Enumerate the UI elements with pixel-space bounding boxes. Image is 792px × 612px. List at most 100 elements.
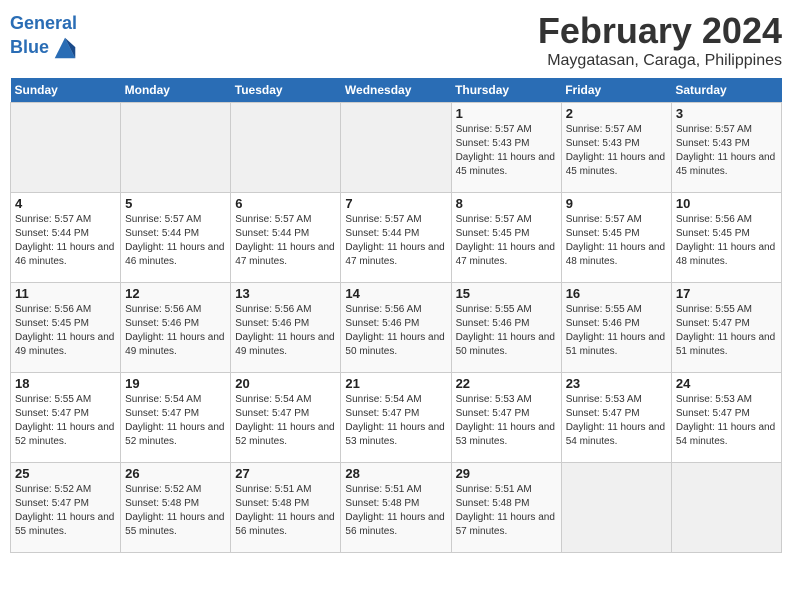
day-number: 13: [235, 286, 336, 301]
location-title: Maygatasan, Caraga, Philippines: [538, 52, 782, 70]
calendar-cell: 15 Sunrise: 5:55 AM Sunset: 5:46 PM Dayli…: [451, 283, 561, 373]
day-number: 21: [345, 376, 446, 391]
day-number: 23: [566, 376, 667, 391]
day-info: Sunrise: 5:57 AM Sunset: 5:43 PM Dayligh…: [456, 123, 557, 179]
day-info: Sunrise: 5:57 AM Sunset: 5:44 PM Dayligh…: [15, 213, 116, 269]
header-cell-saturday: Saturday: [671, 78, 781, 103]
calendar-table: SundayMondayTuesdayWednesdayThursdayFrid…: [10, 78, 782, 553]
calendar-cell: 20 Sunrise: 5:54 AM Sunset: 5:47 PM Dayli…: [231, 373, 341, 463]
month-title: February 2024: [538, 10, 782, 52]
day-number: 1: [456, 106, 557, 121]
calendar-cell: [231, 103, 341, 193]
day-info: Sunrise: 5:51 AM Sunset: 5:48 PM Dayligh…: [456, 483, 557, 539]
day-number: 12: [125, 286, 226, 301]
week-row-2: 4 Sunrise: 5:57 AM Sunset: 5:44 PM Daylig…: [11, 193, 782, 283]
day-info: Sunrise: 5:55 AM Sunset: 5:46 PM Dayligh…: [456, 303, 557, 359]
calendar-header-row: SundayMondayTuesdayWednesdayThursdayFrid…: [11, 78, 782, 103]
day-number: 9: [566, 196, 667, 211]
calendar-cell: 2 Sunrise: 5:57 AM Sunset: 5:43 PM Daylig…: [561, 103, 671, 193]
calendar-cell: 14 Sunrise: 5:56 AM Sunset: 5:46 PM Dayli…: [341, 283, 451, 373]
header-cell-friday: Friday: [561, 78, 671, 103]
day-info: Sunrise: 5:53 AM Sunset: 5:47 PM Dayligh…: [456, 393, 557, 449]
day-info: Sunrise: 5:55 AM Sunset: 5:46 PM Dayligh…: [566, 303, 667, 359]
week-row-1: 1 Sunrise: 5:57 AM Sunset: 5:43 PM Daylig…: [11, 103, 782, 193]
day-info: Sunrise: 5:56 AM Sunset: 5:46 PM Dayligh…: [125, 303, 226, 359]
calendar-cell: 3 Sunrise: 5:57 AM Sunset: 5:43 PM Daylig…: [671, 103, 781, 193]
calendar-cell: 5 Sunrise: 5:57 AM Sunset: 5:44 PM Daylig…: [121, 193, 231, 283]
day-info: Sunrise: 5:51 AM Sunset: 5:48 PM Dayligh…: [235, 483, 336, 539]
day-info: Sunrise: 5:54 AM Sunset: 5:47 PM Dayligh…: [345, 393, 446, 449]
calendar-cell: 29 Sunrise: 5:51 AM Sunset: 5:48 PM Dayli…: [451, 463, 561, 553]
calendar-cell: 18Sunrise: 5:55 AM Sunset: 5:47 PM Dayli…: [11, 373, 121, 463]
day-number: 27: [235, 466, 336, 481]
day-info: Sunrise: 5:52 AM Sunset: 5:47 PM Dayligh…: [15, 483, 116, 539]
calendar-cell: 8 Sunrise: 5:57 AM Sunset: 5:45 PM Daylig…: [451, 193, 561, 283]
header-cell-thursday: Thursday: [451, 78, 561, 103]
day-number: 6: [235, 196, 336, 211]
calendar-cell: [121, 103, 231, 193]
calendar-cell: 19 Sunrise: 5:54 AM Sunset: 5:47 PM Dayli…: [121, 373, 231, 463]
calendar-cell: 22 Sunrise: 5:53 AM Sunset: 5:47 PM Dayli…: [451, 373, 561, 463]
day-info: Sunrise: 5:57 AM Sunset: 5:45 PM Dayligh…: [566, 213, 667, 269]
calendar-body: 1 Sunrise: 5:57 AM Sunset: 5:43 PM Daylig…: [11, 103, 782, 553]
day-number: 10: [676, 196, 777, 211]
day-number: 4: [15, 196, 116, 211]
calendar-cell: 21 Sunrise: 5:54 AM Sunset: 5:47 PM Dayli…: [341, 373, 451, 463]
title-area: February 2024 Maygatasan, Caraga, Philip…: [538, 10, 782, 70]
day-number: 15: [456, 286, 557, 301]
day-number: 3: [676, 106, 777, 121]
day-info: Sunrise: 5:53 AM Sunset: 5:47 PM Dayligh…: [676, 393, 777, 449]
header-cell-sunday: Sunday: [11, 78, 121, 103]
day-info: Sunrise: 5:57 AM Sunset: 5:44 PM Dayligh…: [345, 213, 446, 269]
day-number: 29: [456, 466, 557, 481]
day-number: 8: [456, 196, 557, 211]
week-row-4: 18Sunrise: 5:55 AM Sunset: 5:47 PM Dayli…: [11, 373, 782, 463]
calendar-cell: 1 Sunrise: 5:57 AM Sunset: 5:43 PM Daylig…: [451, 103, 561, 193]
day-number: 22: [456, 376, 557, 391]
day-number: 19: [125, 376, 226, 391]
calendar-cell: 12 Sunrise: 5:56 AM Sunset: 5:46 PM Dayli…: [121, 283, 231, 373]
day-number: 2: [566, 106, 667, 121]
header-cell-tuesday: Tuesday: [231, 78, 341, 103]
day-number: 28: [345, 466, 446, 481]
day-info: Sunrise: 5:57 AM Sunset: 5:43 PM Dayligh…: [566, 123, 667, 179]
day-number: 5: [125, 196, 226, 211]
day-info: Sunrise: 5:55 AM Sunset: 5:47 PM Dayligh…: [15, 393, 116, 449]
day-info: Sunrise: 5:54 AM Sunset: 5:47 PM Dayligh…: [235, 393, 336, 449]
day-info: Sunrise: 5:51 AM Sunset: 5:48 PM Dayligh…: [345, 483, 446, 539]
day-number: 25: [15, 466, 116, 481]
day-number: 7: [345, 196, 446, 211]
day-info: Sunrise: 5:57 AM Sunset: 5:43 PM Dayligh…: [676, 123, 777, 179]
day-number: 26: [125, 466, 226, 481]
calendar-cell: 11 Sunrise: 5:56 AM Sunset: 5:45 PM Dayli…: [11, 283, 121, 373]
day-number: 17: [676, 286, 777, 301]
logo-text-blue: Blue: [10, 38, 49, 58]
calendar-cell: 24 Sunrise: 5:53 AM Sunset: 5:47 PM Dayli…: [671, 373, 781, 463]
day-number: 24: [676, 376, 777, 391]
day-info: Sunrise: 5:57 AM Sunset: 5:45 PM Dayligh…: [456, 213, 557, 269]
calendar-cell: 6 Sunrise: 5:57 AM Sunset: 5:44 PM Daylig…: [231, 193, 341, 283]
day-info: Sunrise: 5:56 AM Sunset: 5:45 PM Dayligh…: [15, 303, 116, 359]
calendar-cell: 9 Sunrise: 5:57 AM Sunset: 5:45 PM Daylig…: [561, 193, 671, 283]
day-info: Sunrise: 5:54 AM Sunset: 5:47 PM Dayligh…: [125, 393, 226, 449]
day-number: 14: [345, 286, 446, 301]
day-info: Sunrise: 5:55 AM Sunset: 5:47 PM Dayligh…: [676, 303, 777, 359]
day-number: 20: [235, 376, 336, 391]
logo-text: General: [10, 14, 79, 34]
calendar-cell: [341, 103, 451, 193]
calendar-cell: [671, 463, 781, 553]
calendar-cell: 10Sunrise: 5:56 AM Sunset: 5:45 PM Dayli…: [671, 193, 781, 283]
calendar-cell: 16 Sunrise: 5:55 AM Sunset: 5:46 PM Dayli…: [561, 283, 671, 373]
day-info: Sunrise: 5:57 AM Sunset: 5:44 PM Dayligh…: [125, 213, 226, 269]
day-number: 16: [566, 286, 667, 301]
logo-icon: [51, 34, 79, 62]
day-info: Sunrise: 5:56 AM Sunset: 5:46 PM Dayligh…: [345, 303, 446, 359]
header-cell-wednesday: Wednesday: [341, 78, 451, 103]
calendar-cell: [561, 463, 671, 553]
day-info: Sunrise: 5:57 AM Sunset: 5:44 PM Dayligh…: [235, 213, 336, 269]
calendar-cell: 7 Sunrise: 5:57 AM Sunset: 5:44 PM Daylig…: [341, 193, 451, 283]
header: General Blue February 2024 Maygatasan, C…: [10, 10, 782, 70]
day-info: Sunrise: 5:53 AM Sunset: 5:47 PM Dayligh…: [566, 393, 667, 449]
day-number: 11: [15, 286, 116, 301]
calendar-cell: 27 Sunrise: 5:51 AM Sunset: 5:48 PM Dayli…: [231, 463, 341, 553]
